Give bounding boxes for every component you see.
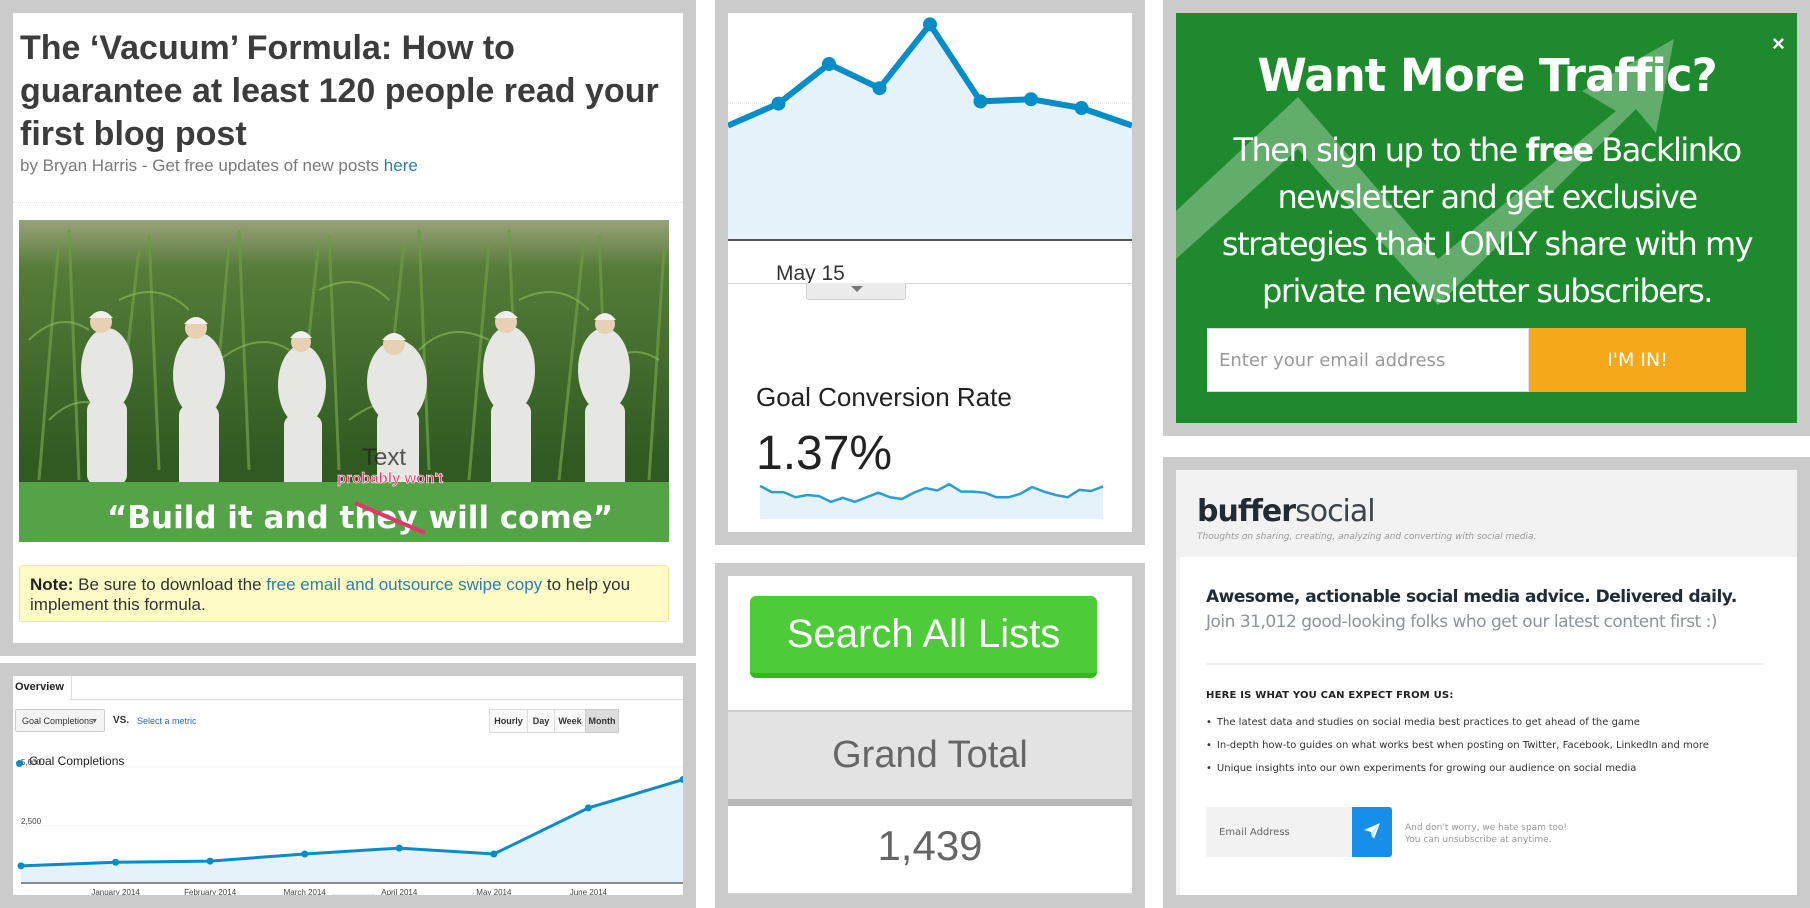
buffer-social-signup: buffersocial Thoughts on sharing, creati… xyxy=(1163,457,1810,908)
lists-panel: Search All Lists Grand Total 1,439 xyxy=(715,563,1145,908)
spam-line-2: You can unsubscribe at anytime. xyxy=(1405,835,1552,845)
conversion-sparkline xyxy=(759,482,1104,519)
popup-body: Then sign up to the free Backlinko newsl… xyxy=(1206,127,1768,315)
data-point xyxy=(112,858,120,866)
signup-subheading: Join 31,012 good-looking folks who get o… xyxy=(1206,612,1718,632)
post-byline: by Bryan Harris - Get free updates of ne… xyxy=(20,156,418,176)
cornfield-illustration: “Build it and they will come” probably w… xyxy=(19,220,669,542)
blog-post-panel: The ‘Vacuum’ Formula: How to guarantee a… xyxy=(0,0,696,656)
signup-heading: Awesome, actionable social media advice.… xyxy=(1206,587,1737,607)
im-in-button[interactable]: I'M IN! xyxy=(1529,328,1746,392)
divider xyxy=(1206,663,1763,665)
popup-headline: Want More Traffic? xyxy=(1257,49,1717,102)
goal-completions-chart: 5,000 2,500 January 2014 February 2014 March… xyxy=(17,758,683,896)
benefits-list: The latest data and studies on social me… xyxy=(1206,711,1709,780)
table-footer xyxy=(728,893,1132,895)
byline-here-link[interactable]: here xyxy=(384,156,418,175)
search-all-lists-button[interactable]: Search All Lists xyxy=(750,596,1097,678)
data-point xyxy=(301,850,309,858)
x-tick-label: January 2014 xyxy=(91,888,140,896)
list-item: In-depth how-to guides on what works bes… xyxy=(1206,734,1709,757)
paper-plane-icon xyxy=(1364,823,1380,839)
data-point xyxy=(206,857,214,865)
spam-line-1: And don't worry, we hate spam too! xyxy=(1405,823,1567,833)
analytics-overview-panel: Overview Goal Completions ▼ VS. Select a … xyxy=(0,663,696,908)
x-tick-label: June 2014 xyxy=(570,888,608,896)
buffer-social-logo[interactable]: buffersocial xyxy=(1197,494,1376,529)
post-title: The ‘Vacuum’ Formula: How to guarantee a… xyxy=(20,29,659,153)
data-point xyxy=(17,862,25,870)
email-input[interactable] xyxy=(1207,328,1529,392)
x-tick-label: March 2014 xyxy=(284,888,327,896)
data-point xyxy=(584,804,592,812)
optin-popup: × Want More Traffic? Then sign up to the… xyxy=(1163,0,1810,436)
divider xyxy=(13,202,683,203)
overlay-text: Text xyxy=(362,444,406,471)
caption-correction: probably won't xyxy=(337,470,443,487)
swipe-copy-link[interactable]: free email and outsource swipe copy xyxy=(266,575,542,594)
list-item: Unique insights into our own experiments… xyxy=(1206,757,1709,780)
x-tick-label: February 2014 xyxy=(184,888,237,896)
grand-total-value: 1,439 xyxy=(728,806,1132,891)
y-tick-label: 2,500 xyxy=(21,817,42,826)
y-tick-label: 5,000 xyxy=(21,758,42,767)
chart-drawer-handle[interactable] xyxy=(332,894,374,895)
expect-heading: HERE IS WHAT YOU CAN EXPECT FROM US: xyxy=(1206,690,1454,701)
body-emphasis: free xyxy=(1525,131,1595,169)
hero-image: “Build it and they will come” probably w… xyxy=(19,220,669,542)
series-area xyxy=(21,779,683,883)
grand-total-header: Grand Total xyxy=(728,710,1132,799)
email-address-input[interactable] xyxy=(1206,807,1352,857)
divider xyxy=(728,799,1132,806)
tagline: Thoughts on sharing, creating, analyzing… xyxy=(1197,532,1537,542)
spam-notice: And don't worry, we hate spam too! You ca… xyxy=(1405,822,1567,846)
logo-light: social xyxy=(1295,494,1376,529)
body-text: Then sign up to the xyxy=(1233,131,1526,169)
list-item: The latest data and studies on social me… xyxy=(1206,711,1709,734)
byline-text: by Bryan Harris - Get free updates of ne… xyxy=(20,156,384,175)
note-label: Note: xyxy=(30,575,74,594)
daily-chart-panel: May 15 Goal Conversion Rate 1.37% xyxy=(715,0,1145,545)
signup-card: Awesome, actionable social media advice.… xyxy=(1180,557,1797,895)
note-box: Note: Be sure to download the free email… xyxy=(19,565,669,622)
data-point xyxy=(490,850,498,858)
logo-bold: buffer xyxy=(1197,494,1296,529)
note-text: Be sure to download the xyxy=(73,575,267,594)
data-point xyxy=(395,844,403,852)
x-tick-label: April 2014 xyxy=(381,888,418,896)
subscribe-button[interactable] xyxy=(1352,807,1392,857)
x-tick-label: May 2014 xyxy=(476,888,512,896)
